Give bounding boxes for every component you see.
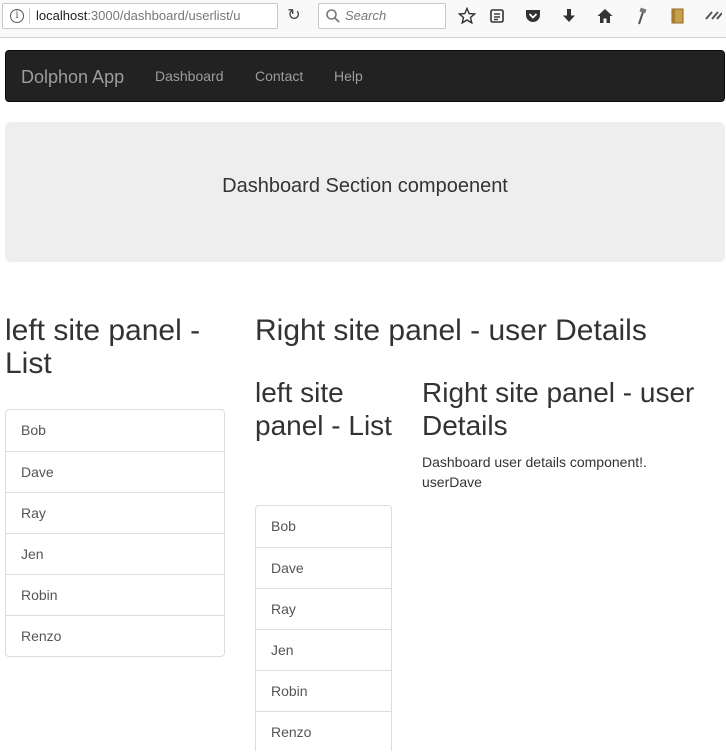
bookmark-star-icon[interactable] <box>456 5 478 27</box>
reload-icon[interactable]: ↻ <box>284 6 304 26</box>
url-path: :3000/dashboard/userlist/u <box>87 8 241 23</box>
home-icon[interactable] <box>594 5 616 27</box>
reading-list-icon[interactable] <box>486 5 508 27</box>
download-icon[interactable] <box>558 5 580 27</box>
nested-left-panel-heading: left site panel - List <box>255 377 392 441</box>
info-icon[interactable]: i <box>10 9 24 23</box>
user-list-item-jen[interactable]: Jen <box>6 533 224 574</box>
user-details-name: userDave <box>422 474 482 490</box>
left-panel-heading: left site panel - List <box>5 314 201 380</box>
user-details: Dashboard user details component!. userD… <box>422 452 722 492</box>
user-list-item-renzo[interactable]: Renzo <box>6 615 224 656</box>
right-panel-heading: Right site panel - user Details <box>255 314 647 347</box>
nav-link-contact[interactable]: Contact <box>255 51 303 101</box>
search-input[interactable]: Search <box>318 3 446 29</box>
nested-user-list-item-renzo[interactable]: Renzo <box>256 711 391 752</box>
nested-user-list-item-robin[interactable]: Robin <box>256 670 391 711</box>
nested-user-list-item-bob[interactable]: Bob <box>256 506 391 547</box>
nav-link-help[interactable]: Help <box>334 51 363 101</box>
nav-link-dashboard[interactable]: Dashboard <box>155 51 224 101</box>
extension-note-icon[interactable] <box>666 5 688 27</box>
url-host: localhost <box>36 8 88 23</box>
nested-right-panel-heading: Right site panel - user Details <box>422 377 695 441</box>
user-list-item-dave[interactable]: Dave <box>6 451 224 492</box>
search-placeholder: Search <box>345 8 387 23</box>
jumbotron-title: Dashboard Section compoenent <box>222 175 508 197</box>
pocket-icon[interactable] <box>522 5 544 27</box>
browser-toolbar: i localhost:3000/dashboard/userlist/u ↻ … <box>0 0 726 38</box>
user-list: Bob Dave Ray Jen Robin Renzo <box>5 409 225 657</box>
nested-user-list: Bob Dave Ray Jen Robin Renzo <box>255 505 392 751</box>
url-text[interactable]: localhost:3000/dashboard/userlist/u <box>36 4 241 28</box>
url-separator <box>29 8 30 24</box>
url-bar[interactable]: i localhost:3000/dashboard/userlist/u <box>2 3 278 29</box>
navbar-brand[interactable]: Dolphon App <box>21 51 124 103</box>
user-details-message: Dashboard user details component!. <box>422 454 647 470</box>
extension-tool-icon[interactable] <box>630 5 652 27</box>
nested-user-list-item-ray[interactable]: Ray <box>256 588 391 629</box>
user-list-item-ray[interactable]: Ray <box>6 492 224 533</box>
overflow-icon[interactable] <box>702 5 724 27</box>
navbar: Dolphon App Dashboard Contact Help <box>5 50 725 102</box>
jumbotron: Dashboard Section compoenent <box>5 122 725 262</box>
search-icon <box>326 9 340 23</box>
nested-user-list-item-dave[interactable]: Dave <box>256 547 391 588</box>
nested-user-list-item-jen[interactable]: Jen <box>256 629 391 670</box>
user-list-item-bob[interactable]: Bob <box>6 410 224 451</box>
user-list-item-robin[interactable]: Robin <box>6 574 224 615</box>
